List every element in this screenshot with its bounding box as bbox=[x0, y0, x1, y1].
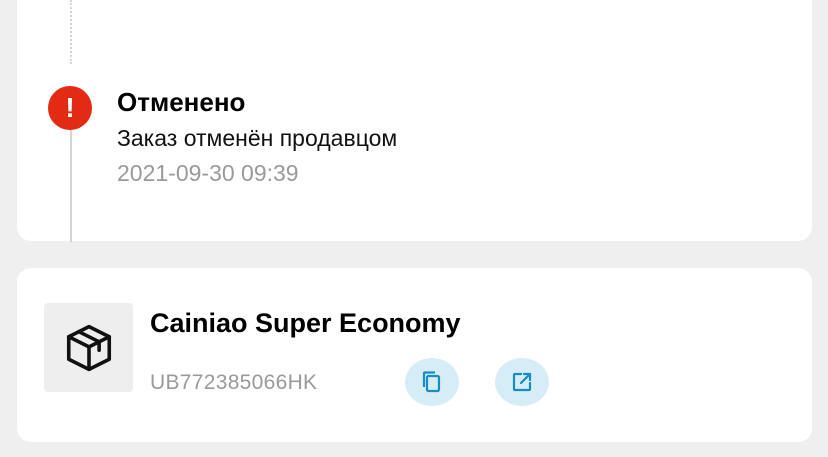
tracking-number[interactable]: UB772385066HK bbox=[150, 371, 317, 395]
timeline-connector-dotted bbox=[70, 0, 72, 64]
copy-icon bbox=[422, 371, 441, 393]
package-thumbnail bbox=[44, 303, 133, 392]
external-link-icon bbox=[512, 372, 532, 392]
package-box-icon bbox=[66, 324, 111, 371]
order-status-card: ! Отменено Заказ отменён продавцом 2021-… bbox=[17, 0, 812, 242]
open-tracking-button[interactable] bbox=[495, 358, 549, 406]
timeline-connector bbox=[70, 122, 72, 242]
shipping-card: Cainiao Super Economy UB772385066HK bbox=[17, 268, 812, 442]
status-description: Заказ отменён продавцом bbox=[117, 125, 398, 151]
carrier-name: Cainiao Super Economy bbox=[150, 308, 461, 338]
copy-tracking-button[interactable] bbox=[405, 358, 459, 406]
status-timestamp: 2021-09-30 09:39 bbox=[117, 160, 299, 186]
exclamation-icon: ! bbox=[48, 86, 92, 130]
status-title: Отменено bbox=[117, 87, 246, 117]
